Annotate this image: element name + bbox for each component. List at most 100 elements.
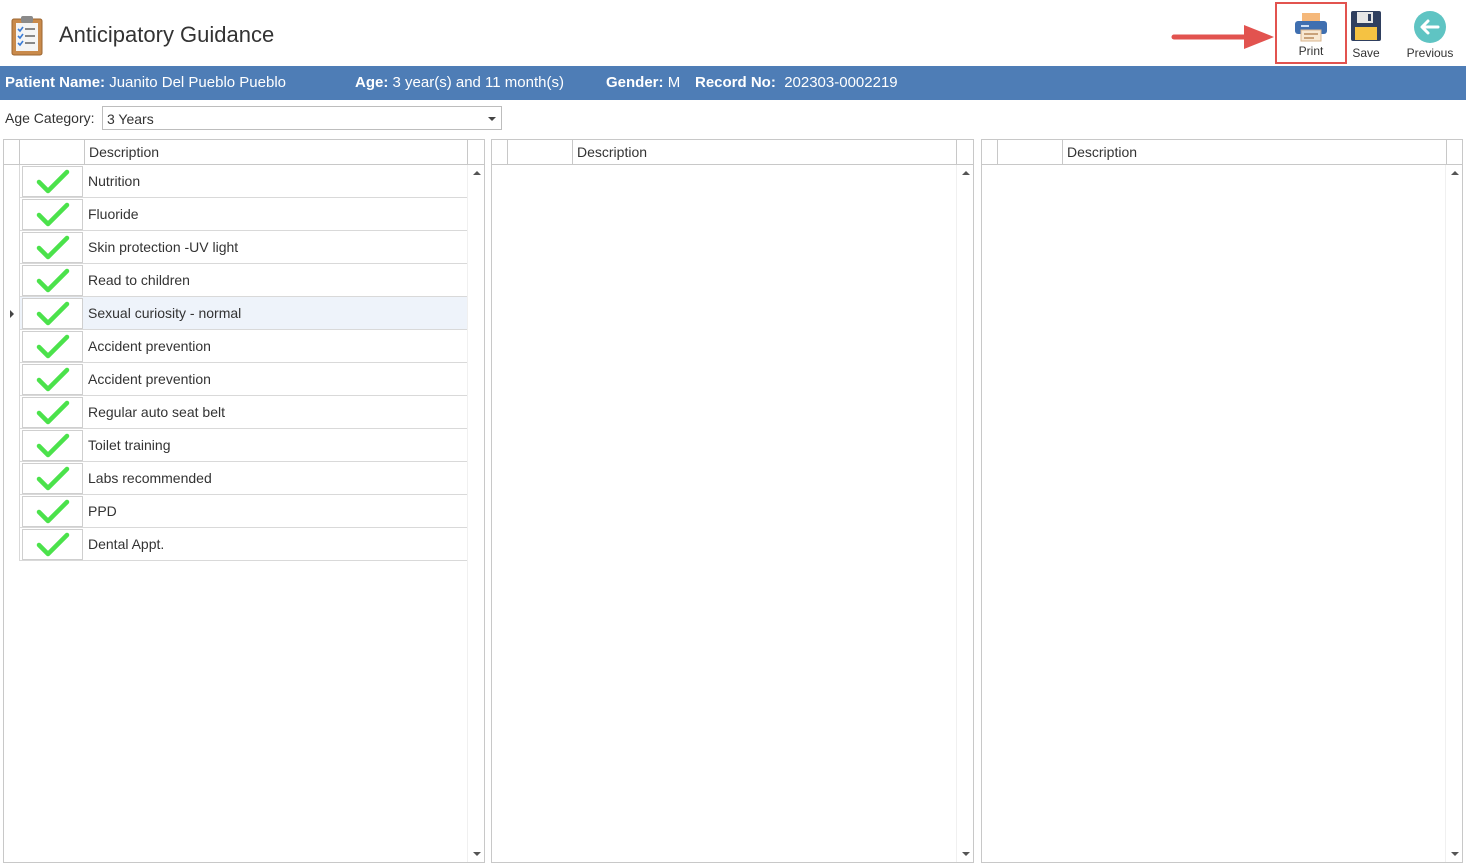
row-checkbox[interactable] bbox=[22, 529, 83, 560]
row-indicator[interactable] bbox=[4, 198, 20, 231]
save-label: Save bbox=[1352, 46, 1380, 60]
patient-age: Age: 3 year(s) and 11 month(s) bbox=[355, 74, 564, 91]
row-description: Regular auto seat belt bbox=[88, 404, 225, 420]
row-checkbox[interactable] bbox=[22, 166, 83, 197]
table-row[interactable]: Skin protection -UV light bbox=[4, 231, 467, 264]
row-indicator[interactable] bbox=[4, 297, 20, 330]
row-checkbox[interactable] bbox=[22, 331, 83, 362]
row-checkbox[interactable] bbox=[22, 298, 83, 329]
row-indicator[interactable] bbox=[4, 165, 20, 198]
row-checkbox[interactable] bbox=[22, 265, 83, 296]
row-indicator[interactable] bbox=[4, 495, 20, 528]
patient-info-bar: Patient Name: Juanito Del Pueblo Pueblo … bbox=[0, 66, 1466, 100]
save-button[interactable]: Save bbox=[1346, 2, 1386, 64]
checkbox-column-header[interactable] bbox=[20, 140, 85, 165]
row-description: Accident prevention bbox=[88, 338, 211, 354]
row-checkbox[interactable] bbox=[22, 496, 83, 527]
patient-name-label: Patient Name: bbox=[5, 74, 106, 91]
red-arrow-annotation bbox=[1170, 22, 1278, 52]
row-indicator[interactable] bbox=[4, 429, 20, 462]
checkbox-column-header[interactable] bbox=[508, 140, 573, 165]
table-row[interactable]: Dental Appt. bbox=[4, 528, 467, 561]
row-indicator[interactable] bbox=[4, 264, 20, 297]
checkmark-icon bbox=[36, 532, 70, 557]
age-category-value: 3 Years bbox=[107, 111, 154, 127]
vertical-scrollbar[interactable] bbox=[1445, 165, 1462, 862]
row-description: PPD bbox=[88, 503, 117, 519]
guidance-grid-1: Description Nutrition Fluoride Skin protec… bbox=[3, 139, 485, 863]
age-category-select[interactable]: 3 Years bbox=[102, 106, 502, 130]
scroll-down-icon[interactable] bbox=[473, 852, 481, 856]
table-row[interactable]: Accident prevention bbox=[4, 330, 467, 363]
row-indicator[interactable] bbox=[4, 231, 20, 264]
guidance-grid-2: Description bbox=[491, 139, 974, 863]
checkbox-column-header[interactable] bbox=[998, 140, 1063, 165]
row-description: Nutrition bbox=[88, 173, 141, 189]
table-row[interactable]: Regular auto seat belt bbox=[4, 396, 467, 429]
previous-label: Previous bbox=[1406, 46, 1454, 60]
vertical-scrollbar[interactable] bbox=[956, 165, 973, 862]
description-column-header[interactable]: Description bbox=[85, 140, 468, 165]
table-row[interactable]: Read to children bbox=[4, 264, 467, 297]
row-description: Fluoride bbox=[88, 206, 139, 222]
row-indicator-header bbox=[982, 140, 998, 165]
print-label: Print bbox=[1298, 44, 1324, 58]
table-row[interactable]: Fluoride bbox=[4, 198, 467, 231]
grid-header: Description bbox=[982, 140, 1462, 165]
row-checkbox[interactable] bbox=[22, 397, 83, 428]
grid-header: Description bbox=[492, 140, 973, 165]
patient-gender: Gender: M bbox=[606, 74, 680, 91]
scroll-up-icon[interactable] bbox=[962, 171, 970, 175]
chevron-down-icon bbox=[488, 117, 496, 121]
row-checkbox[interactable] bbox=[22, 430, 83, 461]
grid-header: Description bbox=[4, 140, 484, 165]
row-indicator[interactable] bbox=[4, 363, 20, 396]
row-checkbox[interactable] bbox=[22, 463, 83, 494]
table-row[interactable]: Nutrition bbox=[4, 165, 467, 198]
print-button[interactable]: Print bbox=[1275, 2, 1347, 64]
row-indicator[interactable] bbox=[4, 330, 20, 363]
row-indicator-header bbox=[492, 140, 508, 165]
floppy-disk-icon bbox=[1351, 11, 1381, 41]
row-indicator[interactable] bbox=[4, 396, 20, 429]
scroll-down-icon[interactable] bbox=[1451, 852, 1459, 856]
patient-gender-label: Gender: bbox=[606, 74, 664, 91]
checkmark-icon bbox=[36, 367, 70, 392]
row-description: Accident prevention bbox=[88, 371, 211, 387]
scroll-up-icon[interactable] bbox=[473, 171, 481, 175]
table-row[interactable]: PPD bbox=[4, 495, 467, 528]
checkmark-icon bbox=[36, 301, 70, 326]
row-indicator[interactable] bbox=[4, 462, 20, 495]
checkmark-icon bbox=[36, 235, 70, 260]
table-row[interactable]: Sexual curiosity - normal bbox=[4, 297, 467, 330]
grid-rows: Nutrition Fluoride Skin protection -UV lig… bbox=[4, 165, 467, 561]
patient-record: Record No: 202303-0002219 bbox=[695, 74, 898, 91]
row-indicator[interactable] bbox=[4, 528, 20, 561]
checkmark-icon bbox=[36, 400, 70, 425]
table-row[interactable]: Accident prevention bbox=[4, 363, 467, 396]
row-checkbox[interactable] bbox=[22, 364, 83, 395]
scroll-down-icon[interactable] bbox=[962, 852, 970, 856]
checkmark-icon bbox=[36, 466, 70, 491]
checkmark-icon bbox=[36, 334, 70, 359]
checkmark-icon bbox=[36, 169, 70, 194]
scroll-up-icon[interactable] bbox=[1451, 171, 1459, 175]
table-row[interactable]: Labs recommended bbox=[4, 462, 467, 495]
row-indicator-header bbox=[4, 140, 20, 165]
previous-button[interactable]: Previous bbox=[1402, 2, 1458, 64]
patient-name: Patient Name: Juanito Del Pueblo Pueblo bbox=[5, 74, 286, 91]
row-description: Dental Appt. bbox=[88, 536, 165, 552]
row-description: Sexual curiosity - normal bbox=[88, 305, 242, 321]
age-category-label: Age Category: bbox=[5, 110, 95, 126]
vertical-scrollbar[interactable] bbox=[467, 165, 484, 862]
row-checkbox[interactable] bbox=[22, 232, 83, 263]
checkmark-icon bbox=[36, 499, 70, 524]
description-column-header[interactable]: Description bbox=[573, 140, 957, 165]
guidance-grid-3: Description bbox=[981, 139, 1463, 863]
row-description: Read to children bbox=[88, 272, 190, 288]
printer-icon bbox=[1295, 13, 1327, 42]
table-row[interactable]: Toilet training bbox=[4, 429, 467, 462]
patient-age-label: Age: bbox=[355, 74, 389, 91]
row-checkbox[interactable] bbox=[22, 199, 83, 230]
description-column-header[interactable]: Description bbox=[1063, 140, 1447, 165]
